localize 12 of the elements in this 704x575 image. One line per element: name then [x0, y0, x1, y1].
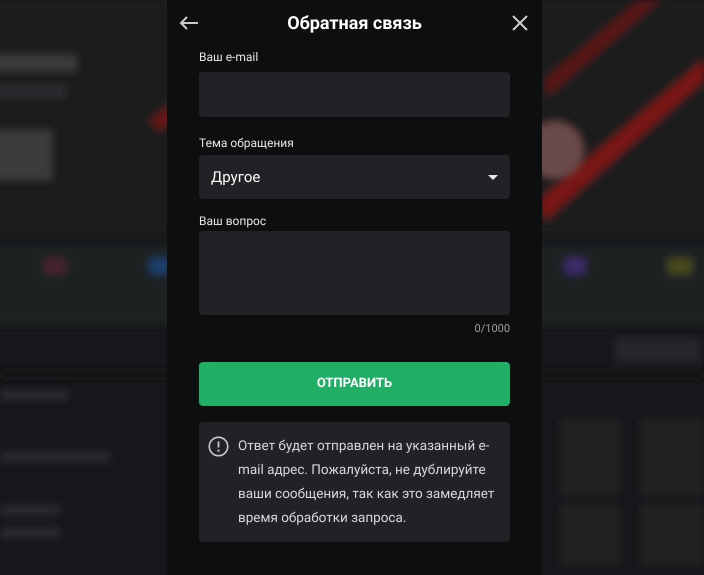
dialog-title: Обратная связь — [287, 12, 422, 36]
close-button[interactable] — [510, 13, 530, 33]
field-label: Ваш e-mail — [199, 49, 260, 66]
field-label: Тема обращения — [199, 135, 295, 152]
back-arrow-icon — [179, 16, 199, 30]
exclamation-icon — [208, 436, 229, 456]
field-label: Ваш вопрос — [199, 213, 268, 230]
character-counter: 0/1000 — [474, 321, 510, 337]
dropdown-caret-icon — [488, 174, 498, 180]
close-icon — [512, 15, 528, 31]
topic-select[interactable]: Другое — [199, 155, 510, 199]
notice-text: Ответ будет отправлен на указанный e-mail адрес. Пожалуйста, не дублируйте ваши сообщения, так как это замедляет время обработки запроса. — [238, 436, 496, 528]
